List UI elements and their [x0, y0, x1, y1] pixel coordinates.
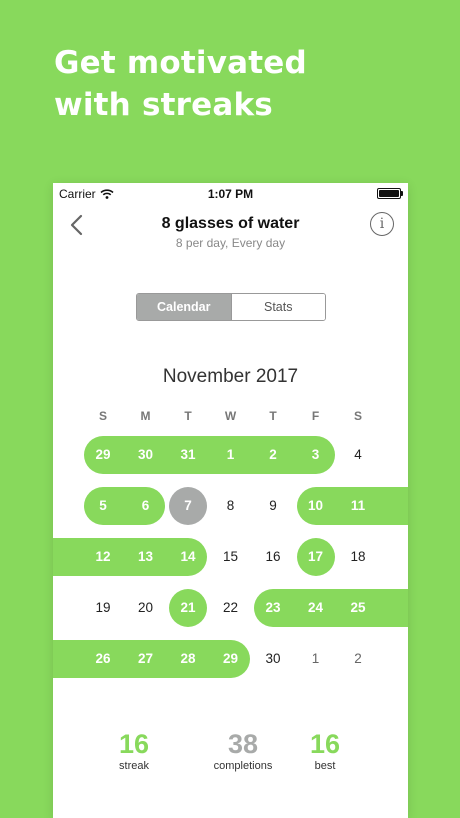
calendar-day[interactable]: 6 — [127, 487, 165, 525]
calendar-day[interactable]: 15 — [212, 538, 250, 576]
calendar-day[interactable]: 21 — [169, 589, 207, 627]
stat-value: 16 — [309, 729, 341, 759]
calendar-day[interactable]: 3 — [297, 436, 335, 474]
weekday-label: S — [353, 409, 362, 423]
calendar-day[interactable]: 2 — [254, 436, 292, 474]
calendar-day[interactable]: 2 — [339, 640, 377, 678]
weekday-label: T — [184, 409, 192, 423]
stat-label: streak — [119, 760, 149, 772]
view-segmented-control: Calendar Stats — [136, 293, 326, 321]
calendar-day[interactable]: 17 — [297, 538, 335, 576]
stat-best: 16 best — [270, 728, 380, 772]
phone-screen: Carrier 1:07 PM 8 glasses of water 8 per… — [53, 183, 408, 818]
stat-label: best — [314, 760, 336, 772]
calendar-day[interactable]: 29 — [212, 640, 250, 678]
stat-streak: 16 streak — [79, 728, 189, 772]
calendar-day[interactable]: 4 — [339, 436, 377, 474]
calendar-day[interactable]: 11 — [339, 487, 377, 525]
calendar-day[interactable]: 19 — [84, 589, 122, 627]
calendar-day[interactable]: 14 — [169, 538, 207, 576]
month-title: November 2017 — [162, 366, 299, 387]
battery-icon — [377, 188, 403, 199]
calendar-day[interactable]: 9 — [254, 487, 292, 525]
calendar-day[interactable]: 8 — [212, 487, 250, 525]
calendar-day[interactable]: 25 — [339, 589, 377, 627]
weekday-label: W — [224, 409, 237, 423]
calendar-day[interactable]: 16 — [254, 538, 292, 576]
promo-headline: Get motivated with streaks — [54, 42, 307, 126]
calendar-day[interactable]: 27 — [127, 640, 165, 678]
promo-line-1: Get motivated — [54, 45, 307, 81]
tab-calendar[interactable]: Calendar — [137, 294, 231, 320]
weekday-label: T — [269, 409, 277, 423]
nav-bar: 8 glasses of water 8 per day, Every day … — [53, 203, 408, 253]
calendar-day[interactable]: 23 — [254, 589, 292, 627]
calendar-day[interactable]: 10 — [297, 487, 335, 525]
weekday-label: M — [140, 409, 151, 423]
calendar-day[interactable]: 26 — [84, 640, 122, 678]
calendar-day[interactable]: 22 — [212, 589, 250, 627]
info-icon: i — [379, 216, 385, 232]
stat-value: 16 — [118, 729, 150, 759]
weekday-label: F — [311, 409, 320, 423]
tab-stats[interactable]: Stats — [230, 294, 325, 320]
calendar-day[interactable]: 29 — [84, 436, 122, 474]
calendar-day[interactable]: 1 — [297, 640, 335, 678]
page-title: 8 glasses of water — [161, 215, 300, 232]
calendar-day[interactable]: 13 — [127, 538, 165, 576]
calendar-day-today[interactable]: 7 — [169, 487, 207, 525]
calendar-day[interactable]: 24 — [297, 589, 335, 627]
status-bar: Carrier 1:07 PM — [53, 183, 408, 203]
calendar-day[interactable]: 18 — [339, 538, 377, 576]
calendar-day[interactable]: 30 — [127, 436, 165, 474]
calendar-day[interactable]: 12 — [84, 538, 122, 576]
page-subtitle: 8 per day, Every day — [175, 236, 286, 250]
calendar-day[interactable]: 30 — [254, 640, 292, 678]
promo-line-2: with streaks — [54, 87, 273, 123]
calendar-day[interactable]: 28 — [169, 640, 207, 678]
calendar-day[interactable]: 1 — [212, 436, 250, 474]
calendar-day[interactable]: 20 — [127, 589, 165, 627]
calendar-day[interactable]: 31 — [169, 436, 207, 474]
weekday-label: S — [98, 409, 107, 423]
info-button[interactable]: i — [370, 212, 394, 236]
status-time: 1:07 PM — [207, 187, 254, 201]
calendar-day[interactable]: 5 — [84, 487, 122, 525]
